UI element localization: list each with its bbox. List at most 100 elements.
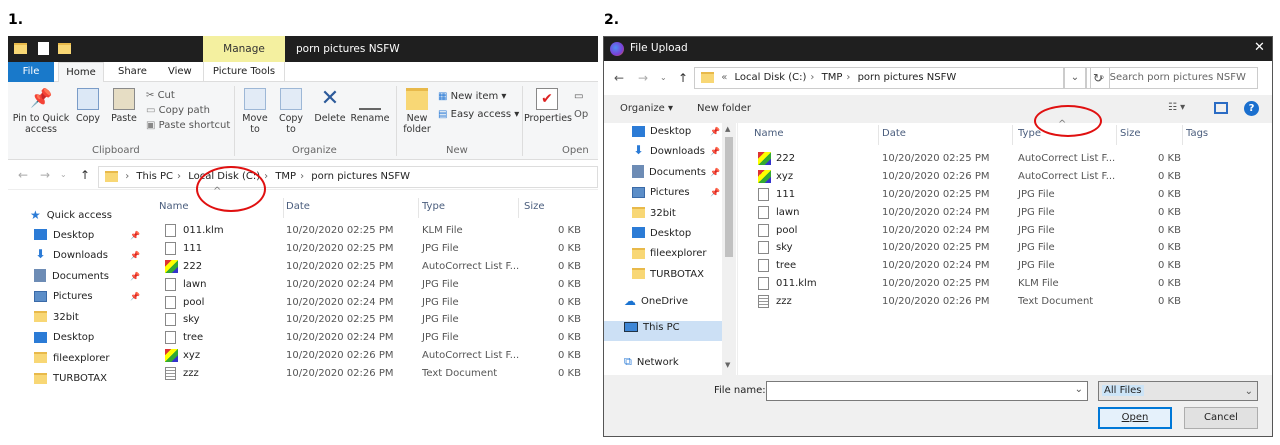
nav-item[interactable]: fileexplorer <box>8 350 148 371</box>
sort-up-icon[interactable]: ^ <box>1058 119 1066 130</box>
forward-arrow-icon[interactable]: → <box>40 168 50 182</box>
easy-access-button[interactable]: ▤ Easy access ▾ <box>438 106 519 124</box>
nav-item[interactable]: Documents 📌 <box>8 268 148 289</box>
nav-item[interactable]: Desktop <box>8 329 148 350</box>
pin-icon[interactable]: 📌 <box>710 164 720 182</box>
sort-up-icon[interactable]: ^ <box>213 186 221 197</box>
file-row[interactable]: pool 10/20/2020 02:24 PM JPG File 0 KB <box>153 294 598 312</box>
scrollbar-thumb[interactable] <box>725 137 733 257</box>
properties-icon[interactable] <box>38 42 50 55</box>
nav-item[interactable]: 32bit <box>8 309 148 330</box>
tab-home[interactable]: Home <box>58 62 104 83</box>
recent-dropdown-icon[interactable]: ⌄ <box>60 170 67 179</box>
nav-item[interactable]: 32bit <box>604 205 722 225</box>
tab-file[interactable]: File <box>8 62 54 82</box>
paste-button[interactable]: Paste <box>108 88 140 124</box>
column-tags[interactable]: Tags <box>1186 128 1208 139</box>
nav-item[interactable]: Documents 📌 <box>604 164 722 184</box>
view-options-icon[interactable]: ☷ ▾ <box>1168 102 1185 113</box>
nav-item[interactable]: Pictures 📌 <box>8 288 148 309</box>
copy-to-button[interactable]: Copy to <box>274 88 308 135</box>
manage-tab[interactable]: Manage <box>203 36 285 62</box>
breadcrumb-item[interactable]: This PC <box>136 171 173 182</box>
file-row[interactable]: 111 10/20/2020 02:25 PM JPG File 0 KB <box>153 240 598 258</box>
pin-icon[interactable]: 📌 <box>130 268 140 286</box>
file-row[interactable]: 222 10/20/2020 02:25 PM AutoCorrect List F… <box>153 258 598 276</box>
nav-item[interactable]: ★ Quick access <box>8 206 148 227</box>
pin-icon[interactable]: 📌 <box>130 227 140 245</box>
nav-item[interactable]: TURBOTAX <box>8 370 148 391</box>
back-arrow-icon[interactable]: ← <box>18 168 28 182</box>
back-arrow-icon[interactable]: ← <box>614 71 624 85</box>
file-row[interactable]: sky 10/20/2020 02:25 PM JPG File 0 KB <box>153 311 598 329</box>
file-row[interactable]: tree 10/20/2020 02:24 PM JPG File 0 KB <box>153 329 598 347</box>
column-date[interactable]: Date <box>286 201 310 212</box>
file-row[interactable]: tree 10/20/2020 02:24 PM JPG File 0 KB <box>750 257 1270 275</box>
pin-icon[interactable]: 📌 <box>710 123 720 141</box>
nav-item[interactable]: This PC <box>604 319 722 339</box>
rename-button[interactable]: Rename <box>350 88 390 124</box>
close-icon[interactable]: ✕ <box>1254 40 1265 55</box>
file-row[interactable]: zzz 10/20/2020 02:26 PM Text Document 0 KB <box>153 365 598 383</box>
file-row[interactable]: zzz 10/20/2020 02:26 PM Text Document 0 KB <box>750 293 1270 311</box>
recent-dropdown-icon[interactable]: ⌄ <box>660 73 667 82</box>
search-box[interactable]: ⌕ Search porn pictures NSFW <box>1090 67 1258 89</box>
file-name-input[interactable]: ⌄ <box>766 381 1088 401</box>
open-button[interactable]: Open <box>1098 407 1172 429</box>
pin-icon[interactable]: 📌 <box>130 288 140 306</box>
column-type[interactable]: Type <box>422 201 445 212</box>
nav-item[interactable]: ⧉ Network <box>604 353 722 373</box>
file-row[interactable]: 111 10/20/2020 02:25 PM JPG File 0 KB <box>750 186 1270 204</box>
cut-button[interactable]: ✂ Cut <box>146 88 230 103</box>
nav-item[interactable]: Desktop <box>604 225 722 245</box>
up-arrow-icon[interactable]: ↑ <box>678 71 688 85</box>
new-folder-button[interactable]: New folder <box>400 88 434 135</box>
nav-item[interactable]: TURBOTAX <box>604 266 722 286</box>
open-button[interactable]: ▭ Op <box>574 88 598 124</box>
up-arrow-icon[interactable]: ↑ <box>80 168 90 182</box>
breadcrumb-item[interactable]: porn pictures NSFW <box>311 171 410 182</box>
file-row[interactable]: xyz 10/20/2020 02:26 PM AutoCorrect List F… <box>750 168 1270 186</box>
nav-item[interactable]: Pictures 📌 <box>604 184 722 204</box>
file-type-select[interactable]: All Files ⌄ <box>1098 381 1258 401</box>
file-row[interactable]: xyz 10/20/2020 02:26 PM AutoCorrect List F… <box>153 347 598 365</box>
address-bar[interactable]: › This PC › Local Disk (C:) › TMP › porn pi… <box>98 166 598 188</box>
breadcrumb-item[interactable]: Local Disk (C:) <box>735 72 807 83</box>
file-row[interactable]: 222 10/20/2020 02:25 PM AutoCorrect List F… <box>750 150 1270 168</box>
file-row[interactable]: sky 10/20/2020 02:25 PM JPG File 0 KB <box>750 239 1270 257</box>
nav-item[interactable]: Desktop 📌 <box>604 123 722 143</box>
nav-item[interactable]: ☁ OneDrive <box>604 292 722 312</box>
file-row[interactable]: 011.klm 10/20/2020 02:25 PM KLM File 0 KB <box>153 222 598 240</box>
nav-item[interactable]: fileexplorer <box>604 245 722 265</box>
copy-path-button[interactable]: ▭ Copy path <box>146 103 230 118</box>
cancel-button[interactable]: Cancel <box>1184 407 1258 429</box>
scroll-up-icon[interactable]: ▲ <box>725 125 730 133</box>
paste-shortcut-button[interactable]: ▣ Paste shortcut <box>146 118 230 133</box>
file-row[interactable]: pool 10/20/2020 02:24 PM JPG File 0 KB <box>750 222 1270 240</box>
column-date[interactable]: Date <box>882 128 906 139</box>
organize-button[interactable]: Organize ▾ <box>620 103 673 114</box>
delete-button[interactable]: ✕ Delete <box>312 88 348 125</box>
tab-picture-tools[interactable]: Picture Tools <box>203 62 285 82</box>
new-item-button[interactable]: ▦ New item ▾ <box>438 88 519 106</box>
column-name[interactable]: Name <box>754 128 784 139</box>
nav-scrollbar[interactable]: ▲ ▼ <box>722 123 736 375</box>
breadcrumb-item[interactable]: porn pictures NSFW <box>858 72 957 83</box>
nav-item[interactable]: ⬇ Downloads 📌 <box>604 143 722 163</box>
file-row[interactable]: lawn 10/20/2020 02:24 PM JPG File 0 KB <box>153 276 598 294</box>
pin-to-quick-access-button[interactable]: 📌 Pin to Quick access <box>12 88 70 135</box>
tab-share[interactable]: Share <box>118 62 147 82</box>
move-to-button[interactable]: Move to <box>238 88 272 135</box>
breadcrumb-item[interactable]: TMP <box>822 72 843 83</box>
pin-icon[interactable]: 📌 <box>710 143 720 161</box>
forward-arrow-icon[interactable]: → <box>638 71 648 85</box>
properties-button[interactable]: ✔ Properties <box>524 88 572 124</box>
nav-item[interactable]: Desktop 📌 <box>8 227 148 248</box>
column-size[interactable]: Size <box>1120 128 1141 139</box>
preview-pane-icon[interactable] <box>1214 102 1228 114</box>
column-name[interactable]: Name <box>159 201 189 212</box>
help-icon[interactable]: ? <box>1244 101 1259 116</box>
dialog-address-bar[interactable]: « Local Disk (C:) › TMP › porn pictures NS… <box>694 67 1064 89</box>
file-row[interactable]: 011.klm 10/20/2020 02:25 PM KLM File 0 KB <box>750 275 1270 293</box>
column-size[interactable]: Size <box>524 201 545 212</box>
